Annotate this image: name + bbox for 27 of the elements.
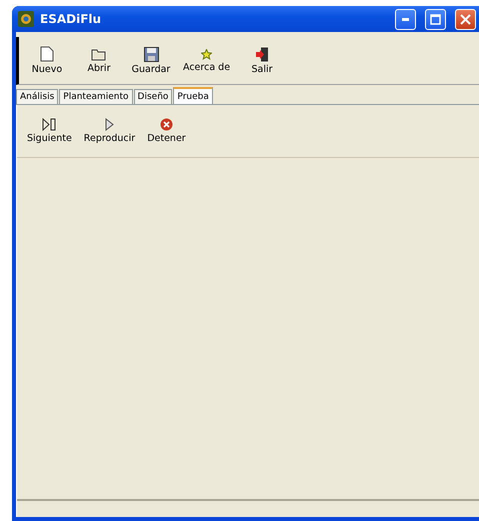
toolbar-button[interactable]: Salir	[236, 37, 288, 84]
star-icon	[201, 48, 212, 60]
exit-door-icon	[255, 46, 270, 62]
tab[interactable]: Prueba	[173, 87, 213, 104]
close-icon	[460, 14, 471, 24]
toolbar-button[interactable]: Abrir	[73, 37, 125, 84]
toolbar-button[interactable]: Detener	[141, 105, 192, 157]
tab[interactable]: Planteamiento	[59, 89, 133, 104]
toolbar-button[interactable]: Nuevo	[21, 37, 73, 84]
folder-icon	[91, 48, 107, 60]
close-button[interactable]	[455, 8, 476, 30]
play-icon	[104, 118, 114, 131]
document-icon	[40, 46, 54, 62]
toolbar-button[interactable]: Acerca de	[177, 37, 236, 84]
stop-circle-icon	[160, 118, 173, 131]
maximize-icon	[430, 14, 441, 24]
minimize-icon	[402, 18, 409, 20]
window-title: ESADiFlu	[40, 12, 102, 26]
minimize-button[interactable]	[395, 8, 416, 30]
toolbar-button[interactable]: Guardar	[125, 37, 177, 84]
app-icon	[18, 11, 34, 27]
tab[interactable]: Análisis	[16, 89, 58, 104]
step-forward-icon	[42, 118, 57, 131]
toolbar-button[interactable]: Reproducir	[78, 105, 142, 157]
toolbar-button[interactable]: Siguiente	[21, 105, 78, 157]
maximize-button[interactable]	[425, 8, 446, 30]
tab[interactable]: Diseño	[134, 89, 172, 104]
